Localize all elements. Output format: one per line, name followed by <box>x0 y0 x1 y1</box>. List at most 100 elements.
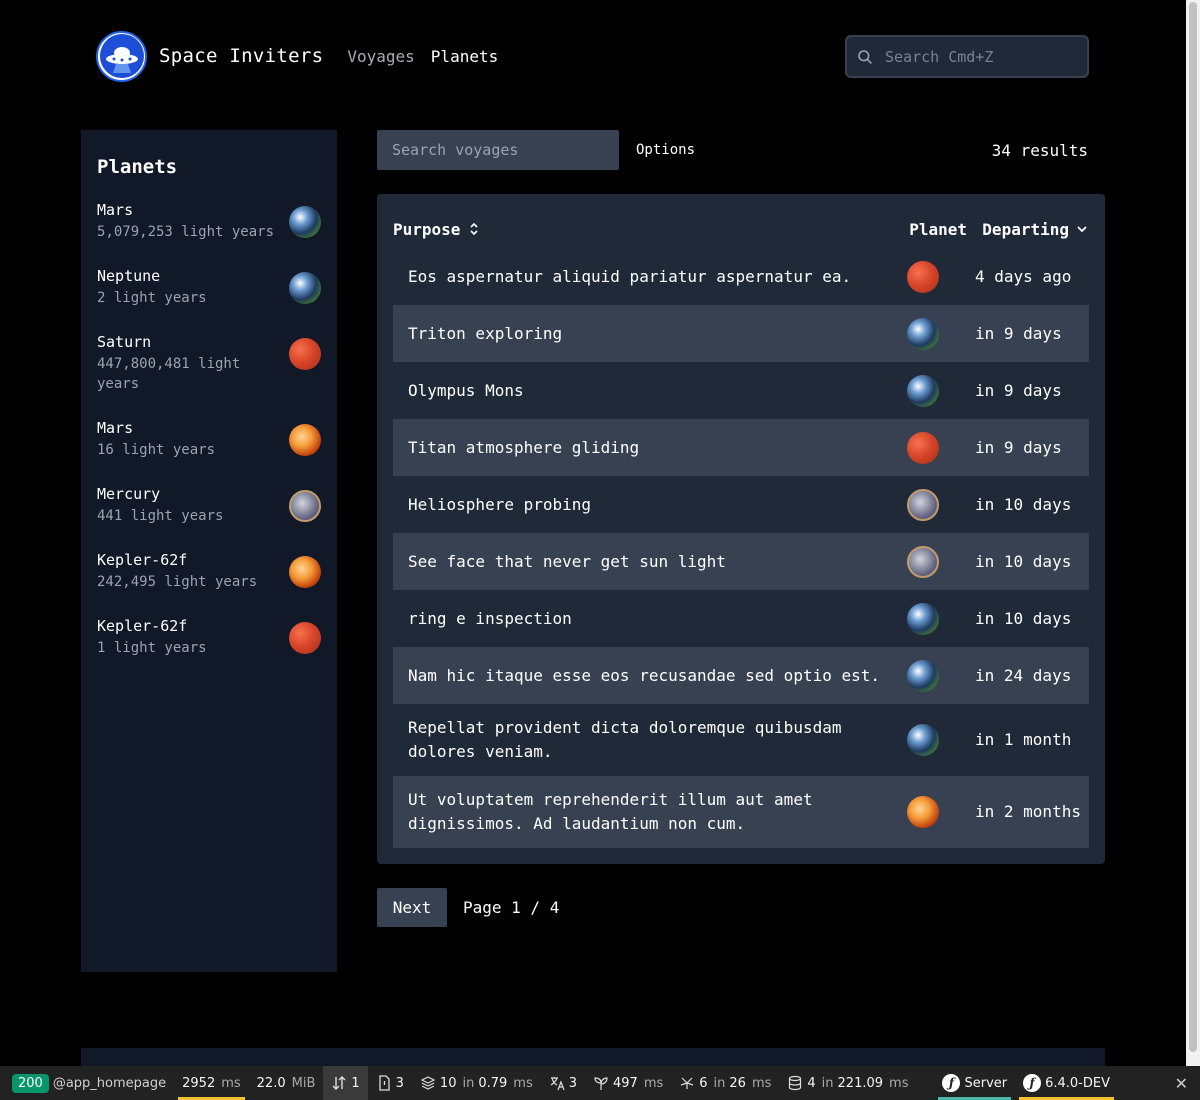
planet-name[interactable]: Mars <box>97 418 287 438</box>
table-row[interactable]: Olympus Mons in 9 days <box>393 362 1089 419</box>
close-icon[interactable]: ✕ <box>1175 1074 1188 1093</box>
table-row[interactable]: Repellat provident dicta doloremque quib… <box>393 704 1089 776</box>
planet-distance: 1 light years <box>97 640 207 656</box>
version-label: 6.4.0-DEV <box>1045 1075 1110 1091</box>
table-row[interactable]: See face that never get sun light in 10 d… <box>393 533 1089 590</box>
time-value: 2952 <box>182 1075 216 1091</box>
planet-text: Mars 5,079,253 light years <box>97 200 287 242</box>
table-body: Eos aspernatur aliquid pariatur aspernat… <box>393 248 1089 848</box>
grey-planet-icon <box>907 545 939 578</box>
table-header: Purpose Planet Departing <box>393 210 1089 248</box>
table-row[interactable]: ring e inspection in 10 days <box>393 590 1089 647</box>
table-row[interactable]: Ut voluptatem reprehenderit illum aut am… <box>393 776 1089 848</box>
table-row[interactable]: Nam hic itaque esse eos recusandae sed o… <box>393 647 1089 704</box>
nav-voyages[interactable]: Voyages <box>347 47 414 66</box>
planet-distance: 16 light years <box>97 442 216 458</box>
voyage-departing: in 10 days <box>975 551 1072 571</box>
table-row[interactable]: Triton exploring in 9 days <box>393 305 1089 362</box>
debug-translations[interactable]: 3 <box>541 1066 585 1100</box>
sidebar-title: Planets <box>97 156 178 178</box>
debug-twig[interactable]: 497 ms <box>585 1066 671 1100</box>
search-icon <box>858 49 872 64</box>
voyage-purpose: Olympus Mons <box>408 380 524 400</box>
logs-count: 3 <box>395 1075 404 1091</box>
column-departing[interactable]: Departing <box>967 220 1089 239</box>
cache-in: in <box>462 1075 475 1091</box>
event-dispatcher-icon <box>681 1077 694 1089</box>
page-indicator: Page 1 / 4 <box>463 898 560 917</box>
global-search[interactable] <box>845 35 1089 78</box>
page-scrollbar[interactable] <box>1186 0 1200 1066</box>
planet-text: Kepler-62f 1 light years <box>97 616 287 658</box>
debug-memory[interactable]: 22.0 MiB <box>249 1066 324 1100</box>
planet-name[interactable]: Kepler-62f <box>97 616 287 636</box>
voyage-departing: in 10 days <box>975 494 1072 514</box>
sort-updown-icon[interactable] <box>468 221 480 237</box>
debug-events[interactable]: 6 in 26 ms <box>671 1066 779 1100</box>
earth-planet-icon <box>289 206 321 238</box>
voyage-departing: in 9 days <box>975 380 1062 400</box>
column-purpose[interactable]: Purpose <box>393 220 893 239</box>
next-page-button[interactable]: Next <box>377 888 447 927</box>
table-row[interactable]: Heliosphere probing in 10 days <box>393 476 1089 533</box>
voyage-departing: in 2 months <box>975 802 1081 821</box>
sidebar-planet-item[interactable]: Kepler-62f 242,495 light years <box>97 550 321 592</box>
voyage-planet <box>893 374 953 407</box>
planet-name[interactable]: Mercury <box>97 484 287 504</box>
planet-name[interactable]: Neptune <box>97 266 287 286</box>
sidebar-planet-item[interactable]: Saturn 447,800,481 light years <box>97 332 321 394</box>
sidebar-planet-item[interactable]: Neptune 2 light years <box>97 266 321 308</box>
planet-name[interactable]: Kepler-62f <box>97 550 287 570</box>
voyage-purpose: Nam hic itaque esse eos recusandae sed o… <box>408 665 881 685</box>
events-in: in <box>713 1075 726 1091</box>
planet-distance: 441 light years <box>97 508 224 524</box>
column-departing-label: Departing <box>982 219 1069 239</box>
voyage-planet <box>893 545 953 578</box>
sidebar-planet-item[interactable]: Kepler-62f 1 light years <box>97 616 321 658</box>
voyage-planet <box>893 659 953 692</box>
events-time: 26 <box>729 1075 746 1091</box>
events-unit: ms <box>751 1075 772 1091</box>
earth-planet-icon <box>907 602 939 635</box>
voyages-search-input[interactable] <box>377 130 619 170</box>
earth-planet-icon <box>907 659 939 692</box>
chevron-down-icon[interactable] <box>1075 222 1089 236</box>
scrollbar-thumb[interactable] <box>1189 2 1197 1052</box>
red-planet-icon <box>289 622 321 654</box>
status-badge: 200 <box>12 1073 49 1093</box>
planet-name[interactable]: Saturn <box>97 332 287 352</box>
voyage-planet <box>893 796 953 828</box>
ufo-logo-icon[interactable] <box>96 30 147 82</box>
grey-planet-icon <box>289 490 321 522</box>
nav-planets[interactable]: Planets <box>431 47 498 66</box>
table-row[interactable]: Eos aspernatur aliquid pariatur aspernat… <box>393 248 1089 305</box>
sidebar-planet-item[interactable]: Mars 5,079,253 light years <box>97 200 321 242</box>
earth-planet-icon <box>907 724 939 756</box>
options-button[interactable]: Options <box>636 142 695 158</box>
debug-requests[interactable]: 1 <box>323 1066 368 1100</box>
debug-database[interactable]: 4 in 221.09 ms <box>779 1066 916 1100</box>
debug-cache[interactable]: 10 in 0.79 ms <box>412 1066 541 1100</box>
brand-name[interactable]: Space Inviters <box>159 45 323 67</box>
memory-unit: MiB <box>291 1075 316 1091</box>
route-name: @app_homepage <box>52 1075 167 1091</box>
debug-request-status[interactable]: 200 @app_homepage <box>0 1066 174 1100</box>
voyages-main: Options 34 results Purpose Planet Depart… <box>377 130 1105 927</box>
debug-time[interactable]: 2952 ms <box>174 1066 249 1100</box>
debug-server[interactable]: ƒ Server <box>934 1066 1015 1100</box>
voyages-toolbar: Options 34 results <box>377 130 1105 170</box>
table-row[interactable]: Titan atmosphere gliding in 9 days <box>393 419 1089 476</box>
debug-version[interactable]: ƒ 6.4.0-DEV <box>1015 1066 1118 1100</box>
red-planet-icon <box>907 260 939 293</box>
planet-distance: 5,079,253 light years <box>97 224 275 240</box>
voyage-purpose: Eos aspernatur aliquid pariatur aspernat… <box>408 266 852 286</box>
global-search-input[interactable] <box>885 47 1065 66</box>
planet-list: Mars 5,079,253 light years Neptune 2 light … <box>97 200 321 658</box>
debug-logs[interactable]: 3 <box>368 1066 412 1100</box>
planet-name[interactable]: Mars <box>97 200 287 220</box>
sidebar-planet-item[interactable]: Mars 16 light years <box>97 418 321 460</box>
symfony-logo-icon: ƒ <box>1023 1074 1042 1092</box>
voyage-purpose: Titan atmosphere gliding <box>408 437 640 457</box>
voyage-departing: in 1 month <box>975 730 1072 749</box>
sidebar-planet-item[interactable]: Mercury 441 light years <box>97 484 321 526</box>
